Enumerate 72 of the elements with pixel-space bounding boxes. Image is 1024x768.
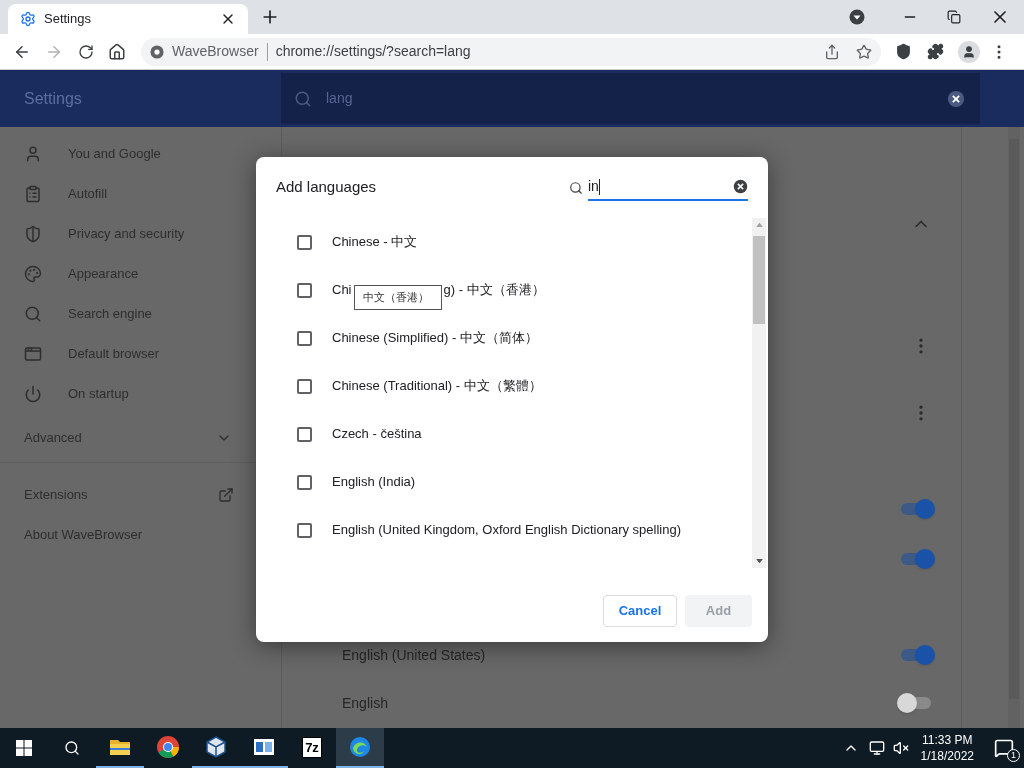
settings-title: Settings xyxy=(24,88,83,109)
star-icon[interactable] xyxy=(856,43,872,60)
clock[interactable]: 11:33 PM 1/18/2022 xyxy=(920,732,974,764)
checkbox[interactable] xyxy=(297,474,312,490)
person-icon xyxy=(24,145,42,163)
reload-icon[interactable] xyxy=(78,43,94,60)
checkbox[interactable] xyxy=(297,522,312,538)
language-label: Chinese (Traditional) - 中文（繁體） xyxy=(332,377,542,396)
language-label: g) - 中文（香港） xyxy=(443,281,545,300)
search-icon xyxy=(294,89,312,108)
windows-start-icon[interactable] xyxy=(16,740,32,756)
tooltip: 中文（香港） xyxy=(353,284,442,310)
share-icon[interactable] xyxy=(824,43,840,60)
language-search-field[interactable]: in xyxy=(588,174,748,201)
search-icon xyxy=(24,305,42,323)
gear-icon xyxy=(20,11,36,27)
language-label: Chinese (Simplified) - 中文（简体） xyxy=(332,329,538,348)
restore-icon[interactable] xyxy=(947,10,961,24)
taskbar-app[interactable]: 7z xyxy=(288,728,336,768)
sidebar-link[interactable]: About WaveBrowser xyxy=(24,525,142,545)
sidebar-link[interactable]: Extensions xyxy=(24,485,88,505)
search-icon xyxy=(569,180,583,195)
palette-icon xyxy=(24,265,42,283)
network-icon[interactable] xyxy=(868,740,885,756)
site-name: WaveBrowser xyxy=(172,42,259,61)
notification-count: 1 xyxy=(1007,749,1020,762)
site-icon xyxy=(150,44,164,59)
extensions-icon[interactable] xyxy=(927,43,944,60)
language-option[interactable]: English (United Kingdom, Oxford English Dictionary spelling) xyxy=(256,506,752,554)
tab-title: Settings xyxy=(44,10,91,29)
power-icon xyxy=(24,385,42,403)
archiver-logo: 7z xyxy=(302,736,322,758)
notifications-icon[interactable] xyxy=(994,738,1014,758)
checkbox[interactable] xyxy=(297,282,312,298)
sidebar-item[interactable]: You and Google xyxy=(0,134,260,174)
language-label: Czech - čeština xyxy=(332,425,422,444)
scroll-down-arrow-icon[interactable] xyxy=(755,559,763,564)
checkbox[interactable] xyxy=(297,426,312,442)
home-icon[interactable] xyxy=(108,42,126,61)
tab-search-icon[interactable] xyxy=(849,9,865,25)
clear-search-icon[interactable] xyxy=(947,89,965,108)
language-label: English (United States) xyxy=(342,645,486,665)
shield-icon xyxy=(24,225,42,243)
checkbox[interactable] xyxy=(297,234,312,250)
search-value: lang xyxy=(326,89,353,108)
checkbox[interactable] xyxy=(297,330,312,346)
checkbox[interactable] xyxy=(297,378,312,394)
sidebar-item[interactable]: Autofill xyxy=(0,174,260,214)
address-bar[interactable]: WaveBrowser chrome://settings/?search=lang xyxy=(141,37,881,66)
language-label: Chi xyxy=(332,281,352,300)
profile-avatar[interactable] xyxy=(958,40,980,63)
cancel-button[interactable]: Cancel xyxy=(603,595,677,627)
settings-search-field[interactable]: lang xyxy=(281,73,980,124)
wave-logo-icon xyxy=(348,735,372,759)
search-icon[interactable] xyxy=(64,740,80,756)
clear-search-icon[interactable] xyxy=(733,179,748,194)
language-label: English (United Kingdom, Oxford English Dictionary spelling) xyxy=(332,521,681,540)
browser-logo-icon xyxy=(156,735,180,759)
language-label: English (India) xyxy=(332,473,416,492)
shield-icon[interactable] xyxy=(895,43,912,60)
taskbar-app[interactable] xyxy=(336,728,384,768)
cube-icon xyxy=(204,735,228,759)
language-label: English xyxy=(342,693,388,713)
language-label: Chinese - 中文 xyxy=(332,233,418,252)
scrollbar-thumb[interactable] xyxy=(753,236,765,324)
browser-window-icon xyxy=(24,345,42,363)
url-text: chrome://settings/?search=lang xyxy=(275,42,471,61)
volume-muted-icon[interactable] xyxy=(892,740,909,756)
clipboard-icon xyxy=(24,185,42,203)
external-link-icon[interactable] xyxy=(218,487,234,503)
browser-tab[interactable]: Settings xyxy=(8,4,248,34)
dialog-title: Add languages xyxy=(276,177,377,198)
